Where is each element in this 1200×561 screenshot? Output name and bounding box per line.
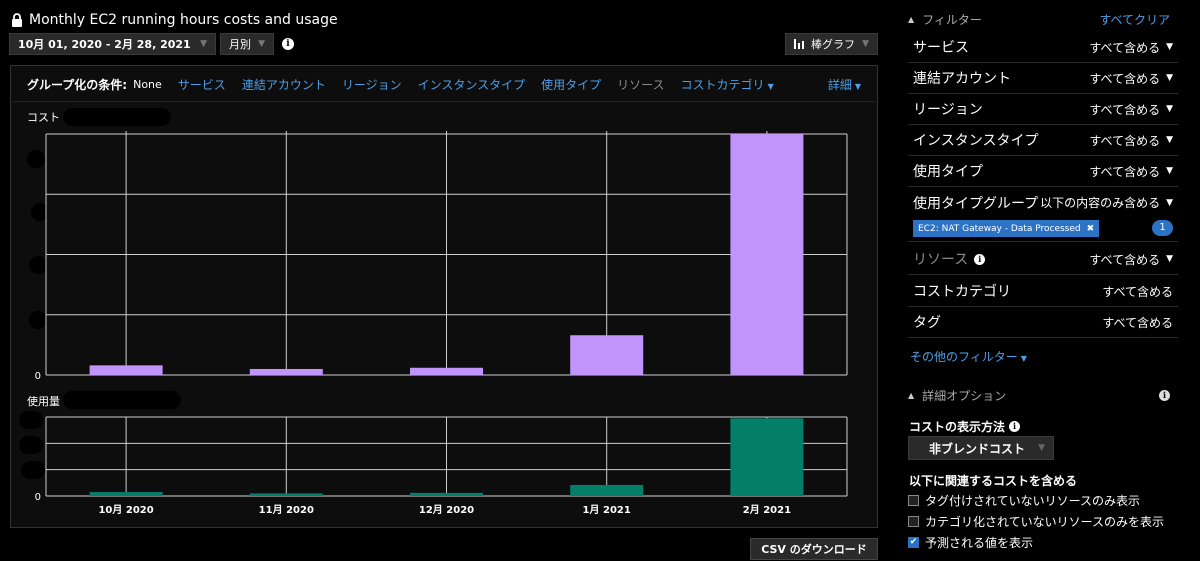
caret-down-icon: ▼ [1166, 197, 1173, 208]
filter-value[interactable]: すべて含める ▼ [1089, 39, 1173, 56]
info-icon[interactable]: i [1009, 421, 1021, 432]
filter-row-usage-type-group[interactable]: 使用タイプグループ 以下の内容のみ含める ▼ [908, 187, 1178, 218]
chevron-down-icon: ▼ [200, 39, 207, 49]
filter-panel: ▲ フィルター すべてクリア サービス すべて含める ▼ 連結アカウント すべて含め… [908, 0, 1178, 561]
close-icon[interactable]: ✖ [1087, 224, 1095, 234]
filter-row-tag[interactable]: タグ すべて含める [908, 307, 1178, 338]
bar [730, 418, 804, 496]
bar [410, 492, 483, 496]
filter-row-resource[interactable]: リソース i すべて含める ▼ [908, 244, 1178, 275]
include-costs-label: 以下に関連するコストを含める [909, 474, 1078, 488]
filter-row-instance-type[interactable]: インスタンスタイプ すべて含める ▼ [908, 125, 1178, 156]
report-title-text: Monthly EC2 running hours costs and usag… [29, 12, 338, 28]
advanced-options-header: ▲ 詳細オプション i [908, 387, 1178, 403]
chart-type-value: 棒グラフ [811, 38, 855, 51]
caret-up-icon: ▲ [908, 14, 915, 24]
caret-down-icon: ▼ [1166, 104, 1173, 114]
y-tick-label: 0 [35, 492, 41, 503]
filter-count-badge: 1 [1152, 220, 1173, 236]
chart-type-select[interactable]: 棒グラフ ▼ [785, 33, 878, 55]
checkbox[interactable] [908, 515, 919, 527]
bar-chart-icon [794, 39, 806, 49]
bar [570, 484, 644, 496]
csv-download-button[interactable]: CSV のダウンロード [750, 538, 878, 560]
chevron-down-icon: ▼ [1038, 443, 1045, 453]
cost-display-label: コストの表示方法 i [909, 418, 1021, 435]
info-icon[interactable]: i [1159, 389, 1170, 401]
caret-up-icon: ▲ [908, 390, 915, 400]
filter-chip[interactable]: EC2: NAT Gateway - Data Processed ✖ [913, 220, 1100, 237]
cost-display-select[interactable]: 非ブレンドコスト ▼ [908, 436, 1054, 460]
x-tick-label: 1月 2021 [583, 504, 631, 516]
uncategorized-only-checkbox[interactable]: カテゴリ化されていないリソースのみを表示 [908, 513, 1164, 529]
bar [89, 492, 163, 496]
bar [249, 368, 323, 375]
checkbox[interactable]: ✔ [908, 536, 919, 548]
clear-all-link[interactable]: すべてクリア [1099, 11, 1170, 28]
lock-icon [12, 13, 22, 27]
bar [410, 367, 483, 375]
x-tick-label: 10月 2020 [98, 504, 153, 516]
filter-value[interactable]: すべて含める ▼ [1089, 163, 1173, 180]
date-range-value: 10月 01, 2020 - 2月 28, 2021 [18, 38, 191, 51]
caret-down-icon: ▼ [1020, 354, 1027, 363]
filter-row-usage-type[interactable]: 使用タイプ すべて含める ▼ [908, 156, 1178, 187]
bar [570, 335, 644, 375]
more-filters-link[interactable]: その他のフィルター ▼ [910, 348, 1027, 365]
report-title: Monthly EC2 running hours costs and usag… [11, 10, 338, 30]
chart-panel: グループ化の条件: None サービス 連結アカウント リージョン インスタンス… [10, 65, 878, 528]
filter-value[interactable]: すべて含める [1102, 314, 1173, 331]
info-icon[interactable]: i [282, 38, 294, 50]
x-tick-label: 2月 2021 [743, 504, 791, 516]
untagged-only-checkbox[interactable]: タグ付けされていないリソースのみ表示 [908, 492, 1140, 508]
filter-value[interactable]: すべて含める ▼ [1089, 101, 1173, 118]
x-tick-label: 12月 2020 [419, 504, 474, 516]
filter-value[interactable]: 以下の内容のみ含める ▼ [1040, 194, 1173, 211]
filter-value[interactable]: すべて含める ▼ [1089, 251, 1173, 268]
date-range-picker[interactable]: 10月 01, 2020 - 2月 28, 2021 ▼ [9, 33, 216, 55]
filter-row-linked-account[interactable]: 連結アカウント すべて含める ▼ [908, 63, 1178, 94]
filter-value[interactable]: すべて含める ▼ [1089, 70, 1173, 87]
granularity-value: 月別 [229, 38, 251, 51]
y-tick-label: 0 [35, 371, 41, 382]
show-forecast-checkbox[interactable]: ✔ 予測される値を表示 [908, 534, 1033, 550]
filters-toggle[interactable]: ▲ フィルター [908, 11, 982, 28]
chevron-down-icon: ▼ [862, 39, 869, 49]
filters-header: ▲ フィルター すべてクリア [908, 11, 1178, 27]
bar [89, 365, 163, 375]
caret-down-icon: ▼ [1166, 73, 1173, 83]
granularity-select[interactable]: 月別 ▼ [220, 33, 274, 55]
selected-tags: EC2: NAT Gateway - Data Processed ✖ 1 [908, 218, 1178, 242]
x-tick-label: 11月 2020 [259, 504, 314, 516]
filter-row-cost-category[interactable]: コストカテゴリ すべて含める [908, 276, 1178, 307]
filter-row-service[interactable]: サービス すべて含める ▼ [908, 32, 1178, 63]
chevron-down-icon: ▼ [258, 39, 265, 49]
caret-down-icon: ▼ [1166, 254, 1173, 264]
checkbox[interactable] [908, 494, 919, 506]
caret-down-icon: ▼ [1166, 166, 1173, 176]
filter-value[interactable]: すべて含める [1102, 283, 1173, 300]
info-icon[interactable]: i [974, 253, 986, 265]
advanced-options-toggle[interactable]: ▲ 詳細オプション [908, 387, 1006, 404]
bar [249, 493, 323, 496]
caret-down-icon: ▼ [1166, 135, 1173, 145]
filter-row-region[interactable]: リージョン すべて含める ▼ [908, 94, 1178, 125]
bar [730, 134, 804, 375]
filter-value[interactable]: すべて含める ▼ [1089, 132, 1173, 149]
cost-usage-chart: 0 0 10月 2020 11月 2020 12月 2020 1月 2021 2月 2021 [35, 131, 848, 516]
caret-down-icon: ▼ [1166, 42, 1173, 52]
